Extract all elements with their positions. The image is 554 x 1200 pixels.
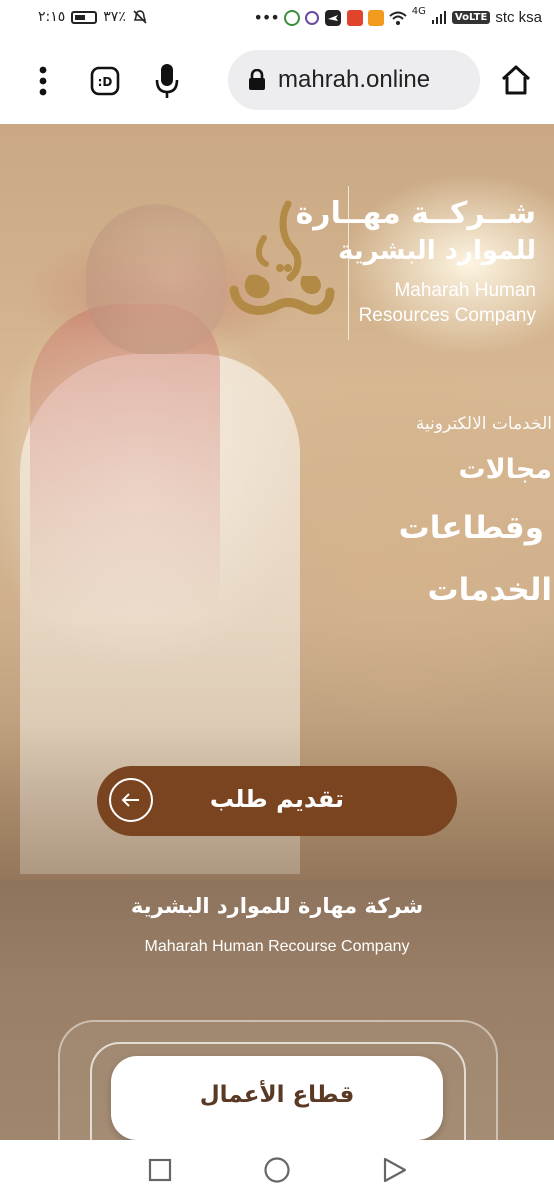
volte-badge: VoLTE: [451, 11, 491, 24]
company-section: شركة مهارة للموارد البشرية Maharah Human…: [0, 880, 554, 1182]
play-app-icon: [367, 9, 384, 26]
recents-icon[interactable]: [148, 1158, 172, 1182]
sector-business-label: قطاع الأعمال: [199, 1082, 355, 1108]
menu-icon[interactable]: [36, 66, 50, 96]
home-icon[interactable]: [500, 64, 532, 96]
back-icon[interactable]: [382, 1156, 408, 1184]
address-bar[interactable]: mahrah.online: [228, 50, 480, 110]
apply-button[interactable]: تقديم طلب: [97, 766, 457, 836]
app-icon: [304, 10, 319, 25]
hero-banner: شــركــة مهــارة للموارد البشرية Maharah…: [0, 124, 554, 880]
svg-text::D: :D: [98, 75, 113, 89]
network-type: 4G: [411, 6, 426, 17]
brand-name-ar-line1: شــركــة مهــارة: [295, 196, 536, 231]
headline-line2: وقطاعات: [398, 510, 544, 546]
apply-button-label: تقديم طلب: [209, 785, 345, 813]
company-name-ar: شركة مهارة للموارد البشرية: [130, 894, 424, 918]
battery-percent: ٣٧٪: [103, 9, 126, 25]
bitmoji-icon[interactable]: :D: [90, 66, 120, 96]
more-dots-icon: •••: [253, 8, 279, 27]
lock-icon: [249, 69, 265, 90]
home-nav-icon[interactable]: [263, 1156, 291, 1184]
company-name-en: Maharah Human Recourse Company: [144, 938, 410, 955]
brand-name-ar-line2: للموارد البشرية: [338, 236, 536, 266]
mic-icon[interactable]: [154, 62, 180, 100]
carrier-name: stc ksa: [495, 9, 542, 26]
clock: ٢:١٥: [38, 9, 66, 25]
system-nav-bar: [0, 1140, 554, 1200]
status-left: ٢:١٥ ٣٧٪: [38, 9, 148, 25]
mute-icon: [133, 10, 147, 24]
status-bar: ٢:١٥ ٣٧٪ ••• 4G VoLTE stc ksa: [0, 0, 554, 38]
mail-app-icon: [346, 9, 363, 26]
airplane-app-icon: [324, 9, 341, 26]
url-text: mahrah.online: [278, 66, 431, 93]
headline-line3: الخدمات: [427, 572, 553, 608]
brand-name-en-line2: Resources Company: [358, 305, 536, 326]
brand-name-en-line1: Maharah Human: [394, 280, 536, 301]
hero-photo-scarf: [30, 304, 220, 624]
eservices-label: الخدمات الالكترونية: [415, 414, 552, 434]
wifi-icon: [389, 11, 407, 25]
sector-business-button[interactable]: قطاع الأعمال: [111, 1056, 443, 1140]
headline-line1: مجالات: [458, 454, 552, 485]
battery-icon: [71, 10, 98, 24]
browser-toolbar: :D mahrah.online: [0, 38, 554, 124]
hero-photo-head: [86, 204, 226, 354]
status-right: ••• 4G VoLTE stc ksa: [253, 6, 542, 27]
signal-icon: [431, 10, 446, 24]
app-icon: [283, 9, 300, 26]
